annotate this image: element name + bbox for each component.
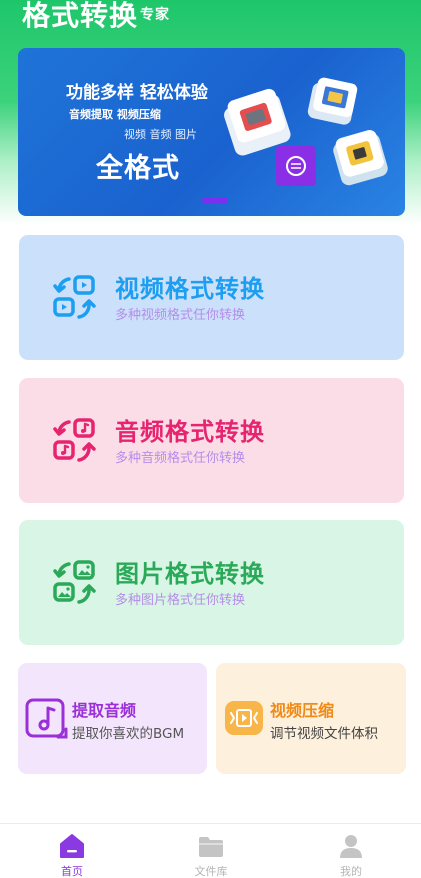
audio-convert-title: 音频格式转换 (115, 418, 265, 446)
app-title-sub: 专家 (140, 7, 171, 23)
extract-audio-title: 提取音频 (72, 701, 137, 720)
banner-tagline: 全格式 (96, 153, 180, 184)
video-compress-card[interactable]: 视频压缩 调节视频文件体积 (216, 663, 406, 774)
video-convert-icon (53, 275, 96, 319)
video-compress-icon (225, 701, 263, 735)
video-compress-title: 视频压缩 (270, 701, 335, 720)
image-convert-subtitle: 多种图片格式任你转换 (115, 593, 246, 608)
tab-mine-label: 我的 (340, 865, 362, 878)
folder-icon (199, 837, 223, 857)
banner-headline: 功能多样 轻松体验 (66, 83, 208, 103)
tab-home-label: 首页 (61, 865, 83, 878)
app-title-main: 格式转换 (22, 0, 139, 32)
audio-format-convert-card[interactable]: 音频格式转换 多种音频格式任你转换 (19, 378, 404, 503)
home-icon (60, 834, 84, 858)
bottom-tab-bar: 首页 文件库 我的 (0, 823, 421, 878)
tab-file-library[interactable]: 文件库 (141, 824, 281, 878)
tab-mine[interactable]: 我的 (281, 824, 421, 878)
tab-file-library-label: 文件库 (194, 865, 228, 878)
promo-banner[interactable]: 功能多样 轻松体验 音频提取 视频压缩 视频 音频 图片 全格式 (18, 48, 405, 216)
video-convert-title: 视频格式转换 (115, 275, 265, 303)
banner-illustration-icon (224, 77, 388, 186)
video-compress-subtitle: 调节视频文件体积 (270, 726, 378, 742)
video-convert-subtitle: 多种视频格式任你转换 (115, 308, 246, 323)
banner-page-indicator[interactable] (202, 197, 228, 204)
extract-audio-card[interactable]: 提取音频 提取你喜欢的BGM (18, 663, 207, 774)
audio-convert-icon (53, 418, 96, 462)
extract-audio-subtitle: 提取你喜欢的BGM (72, 726, 185, 742)
banner-features: 音频提取 视频压缩 (69, 108, 161, 121)
video-format-convert-card[interactable]: 视频格式转换 多种视频格式任你转换 (19, 235, 404, 360)
image-convert-icon (53, 560, 96, 604)
image-format-convert-card[interactable]: 图片格式转换 多种图片格式任你转换 (19, 520, 404, 645)
image-convert-title: 图片格式转换 (115, 560, 265, 588)
tab-home[interactable]: 首页 (2, 824, 142, 878)
user-icon (340, 835, 362, 858)
banner-formats: 视频 音频 图片 (124, 128, 197, 141)
app-title: 格式转换 专家 (22, 0, 170, 34)
music-note-icon (25, 698, 68, 739)
audio-convert-subtitle: 多种音频格式任你转换 (115, 451, 246, 466)
